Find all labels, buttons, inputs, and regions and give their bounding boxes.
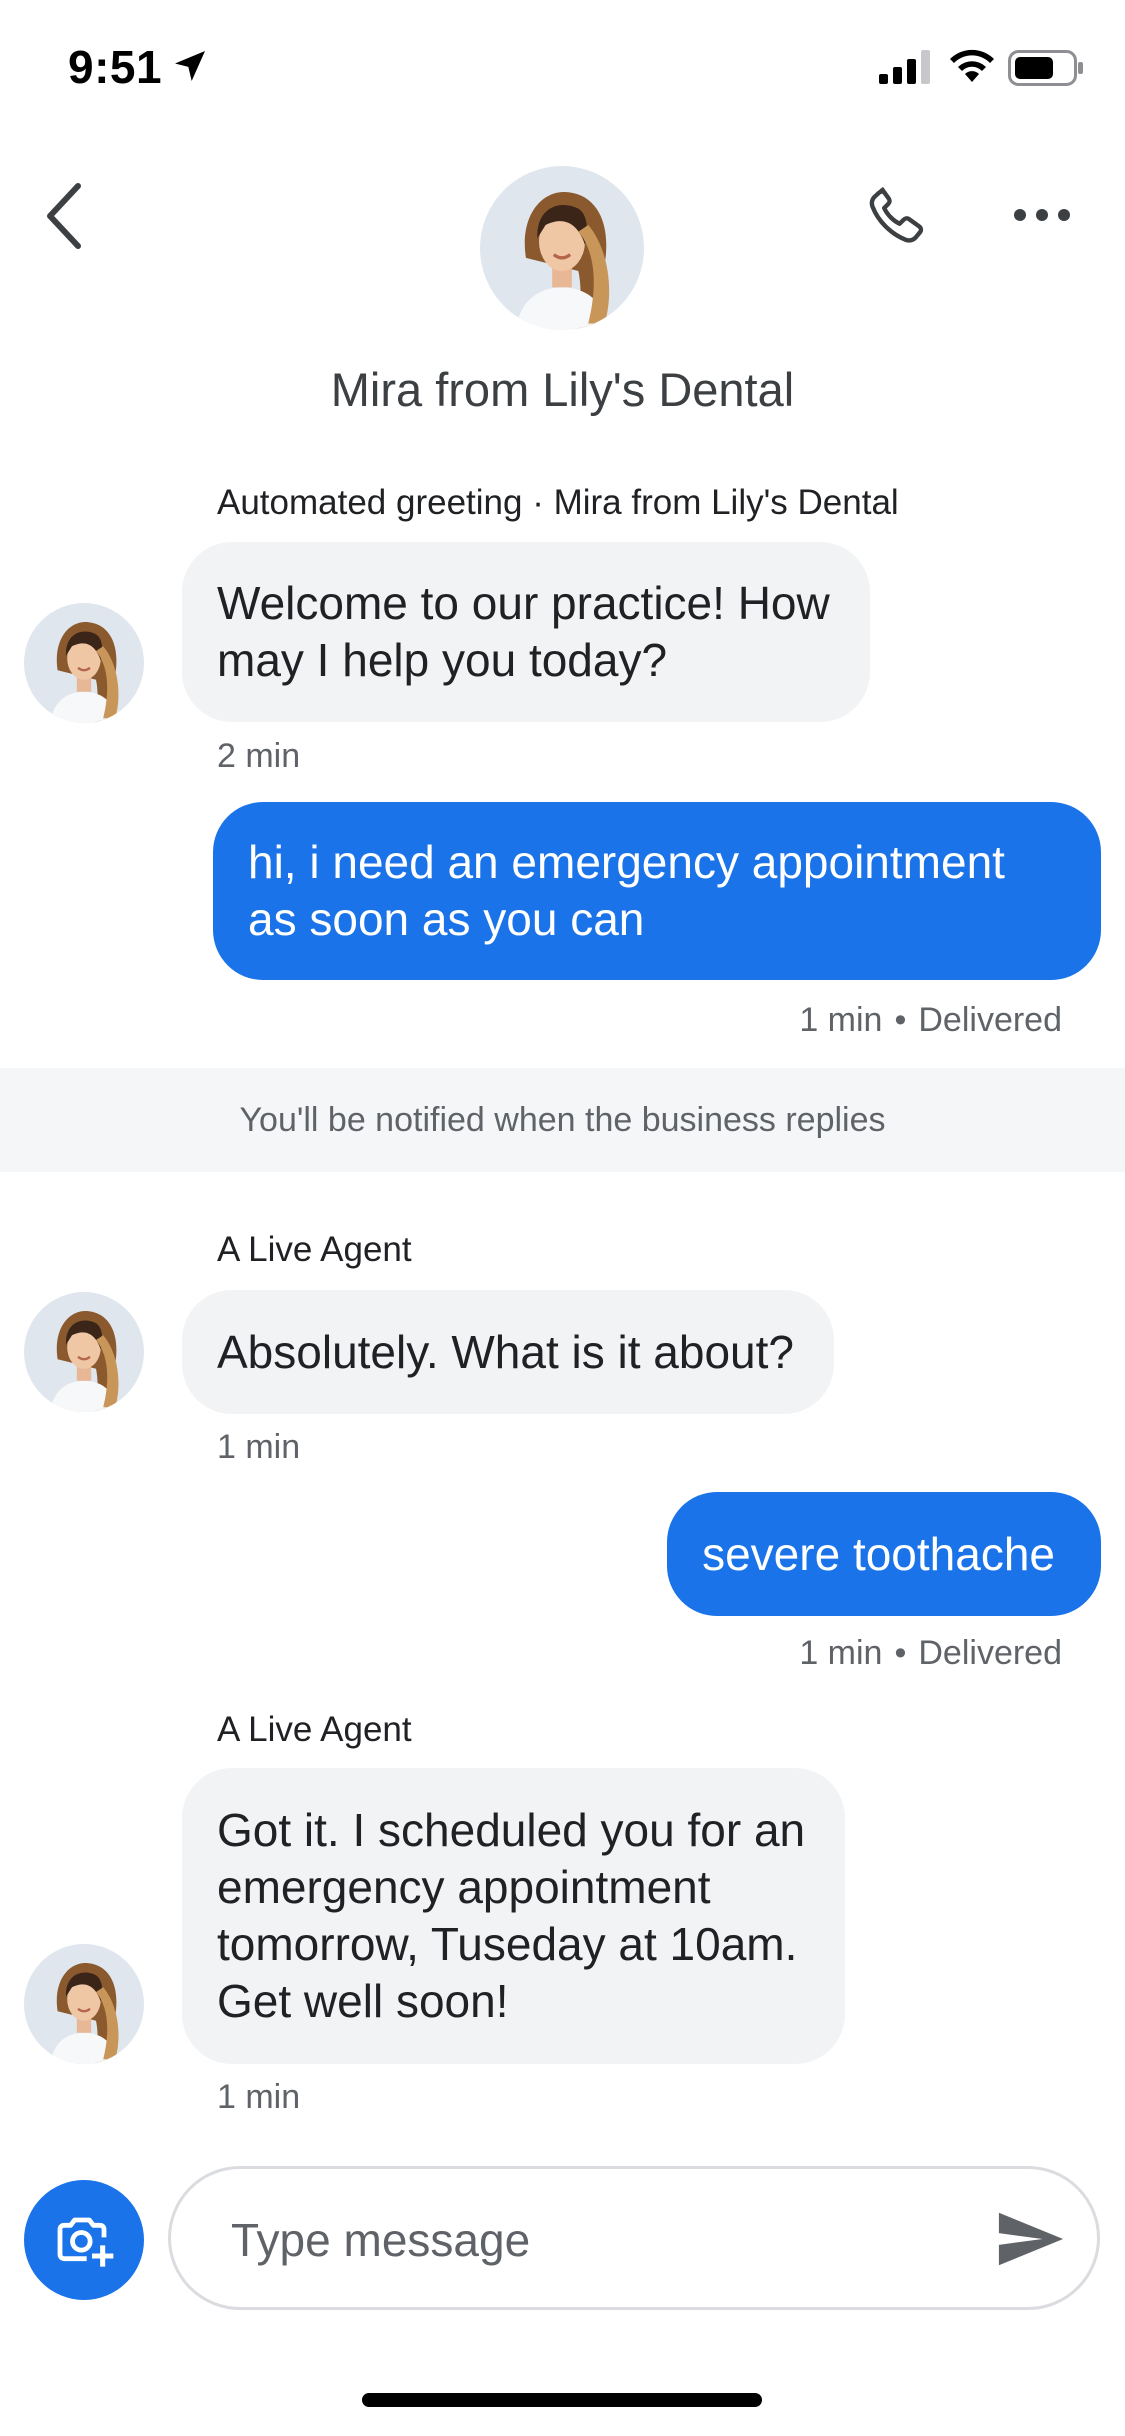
message-bubble-incoming[interactable]: Got it. I scheduled you for an emergency… <box>182 1768 846 2064</box>
message-line: Absolutely. What is it about? <box>217 1325 794 1378</box>
business-avatar <box>480 166 644 330</box>
message-input-container <box>168 2166 1100 2310</box>
message-bubble-incoming[interactable]: Welcome to our practice! How may I help … <box>182 542 870 722</box>
message-line: hi, i need an emergency appointment <box>248 836 1005 888</box>
message-line: Welcome to our practice! How <box>217 577 830 629</box>
message-time: 1 min <box>799 1001 883 1039</box>
delivery-status: Delivered <box>918 1001 1062 1039</box>
agent-avatar <box>24 1292 144 1412</box>
message-time: 1 min <box>799 1634 883 1672</box>
message-line: may I help you today? <box>217 634 668 686</box>
message-meta: 1 min • Delivered <box>799 1634 1062 1673</box>
message-time: 2 min <box>217 737 301 775</box>
message-line: emergency appointment <box>217 1861 711 1913</box>
add-photo-camera-icon <box>57 2217 114 2267</box>
message-bubble-outgoing[interactable]: severe toothache <box>667 1492 1101 1616</box>
sender-label: A Live Agent <box>217 1230 412 1269</box>
message-line: as soon as you can <box>248 893 645 945</box>
home-indicator <box>362 2393 762 2407</box>
wifi-icon <box>950 49 994 82</box>
delivery-status: Delivered <box>918 1634 1062 1672</box>
message-line: Got it. I scheduled you for an <box>217 1804 806 1856</box>
message-line: severe toothache <box>702 1527 1055 1580</box>
message-input[interactable] <box>231 2205 991 2275</box>
message-meta: 1 min • Delivered <box>799 1001 1062 1040</box>
status-time: 9:51 <box>68 41 163 93</box>
cellular-signal-icon <box>879 50 930 84</box>
sender-label: Automated greeting · Mira from Lily's De… <box>217 483 899 522</box>
message-bubble-outgoing[interactable]: hi, i need an emergency appointment as s… <box>213 802 1101 980</box>
message-time: 1 min <box>217 2078 301 2116</box>
add-photo-button[interactable] <box>24 2180 144 2300</box>
agent-avatar <box>24 1944 144 2064</box>
message-line: tomorrow, Tuseday at 10am. <box>217 1918 798 1970</box>
separator-dot: • <box>894 1001 907 1039</box>
battery-icon <box>1008 50 1083 86</box>
conversation-title: Mira from Lily's Dental <box>330 363 795 416</box>
sender-label: A Live Agent <box>217 1710 412 1749</box>
phone-icon[interactable] <box>862 180 932 250</box>
separator-dot: • <box>894 1634 907 1672</box>
message-line: Get well soon! <box>217 1975 509 2027</box>
agent-avatar <box>24 603 144 723</box>
back-chevron-icon[interactable] <box>40 180 88 252</box>
send-icon[interactable] <box>996 2209 1066 2269</box>
more-options-icon[interactable] <box>1010 200 1074 230</box>
location-arrow-icon <box>175 51 205 81</box>
message-time: 1 min <box>217 1428 301 1466</box>
message-bubble-incoming[interactable]: Absolutely. What is it about? <box>182 1290 834 1414</box>
notification-banner: You'll be notified when the business rep… <box>0 1068 1125 1172</box>
